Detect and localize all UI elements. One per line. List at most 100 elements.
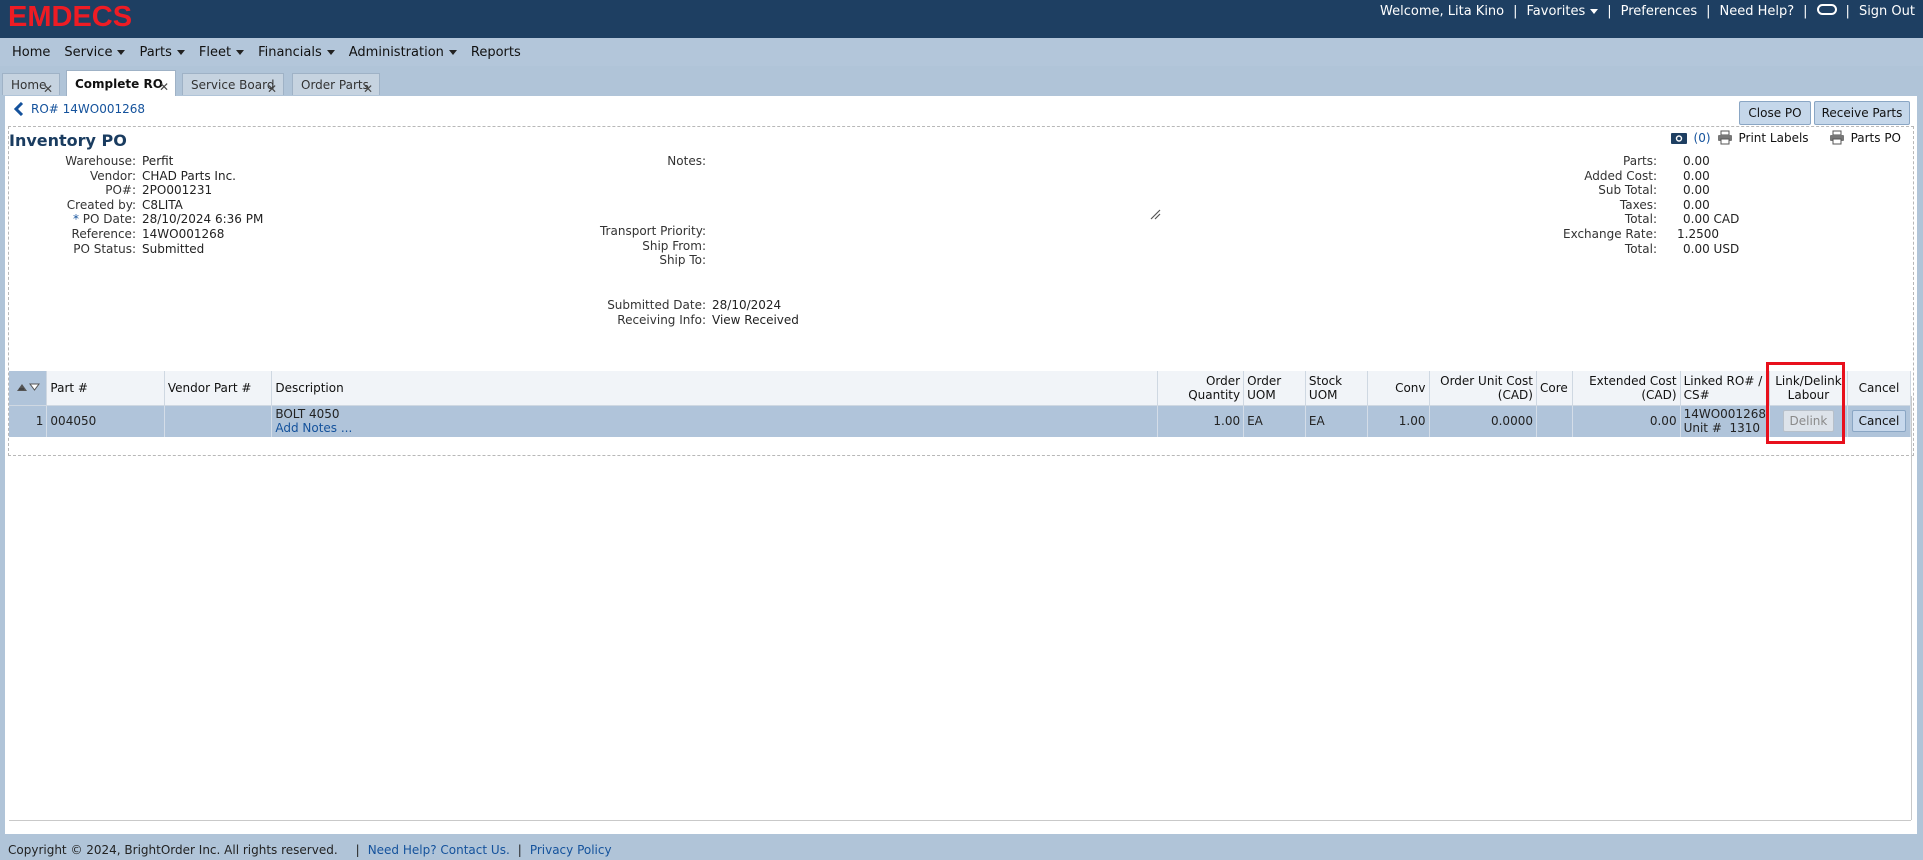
sort-toggle-header[interactable] xyxy=(9,371,48,406)
attachments-count[interactable]: (0) xyxy=(1694,131,1711,145)
preferences-link[interactable]: Preferences xyxy=(1621,4,1697,19)
col-label: UOM xyxy=(1247,387,1276,402)
grid-border xyxy=(1911,396,1912,820)
view-received-link[interactable]: View Received xyxy=(712,313,799,328)
sort-icon[interactable] xyxy=(16,382,40,392)
add-notes-link[interactable]: Add Notes ... xyxy=(275,421,352,435)
tab-service-board-label: Service Board xyxy=(191,78,275,92)
printer-icon[interactable] xyxy=(1717,130,1733,145)
total-cad-value: 0.00 CAD xyxy=(1663,212,1763,227)
chat-icon[interactable] xyxy=(1816,3,1837,15)
separator: | xyxy=(517,843,522,857)
delink-button[interactable]: Delink xyxy=(1782,410,1835,433)
contact-us-link[interactable]: Need Help? Contact Us. xyxy=(368,843,510,857)
description-text: BOLT 4050 xyxy=(275,407,340,422)
breadcrumb[interactable]: RO# 14WO001268 xyxy=(13,102,145,116)
col-label: UOM xyxy=(1308,387,1338,402)
col-stock-uom[interactable]: Stock UOM xyxy=(1305,371,1368,406)
col-link-delink[interactable]: Link/Delink Labour xyxy=(1769,371,1848,406)
camera-icon[interactable] xyxy=(1670,131,1688,145)
need-help-link[interactable]: Need Help? xyxy=(1720,4,1795,19)
menu-reports[interactable]: Reports xyxy=(471,45,521,60)
ro-link[interactable]: RO# 14WO001268 xyxy=(31,102,145,116)
tab-order-parts-label: Order Parts xyxy=(301,78,369,92)
print-labels-link[interactable]: Print Labels xyxy=(1739,131,1809,145)
sign-out-link[interactable]: Sign Out xyxy=(1859,4,1915,19)
tab-complete-ro[interactable]: Complete RO ✕ xyxy=(66,70,176,96)
menu-financials[interactable]: Financials xyxy=(258,45,335,60)
tab-order-parts[interactable]: Order Parts ✕ xyxy=(292,73,380,96)
menu-home[interactable]: Home xyxy=(12,45,50,60)
col-label: (CAD) xyxy=(1497,387,1533,402)
currency-cad: CAD xyxy=(1713,212,1740,227)
col-extended-cost[interactable]: Extended Cost (CAD) xyxy=(1572,371,1681,406)
parts-total-value: 0.00 xyxy=(1683,154,1710,168)
col-core[interactable]: Core xyxy=(1536,371,1573,406)
separator: | xyxy=(1607,3,1612,19)
link-delink-cell: Delink xyxy=(1769,405,1848,437)
app-logo[interactable]: EMDECS xyxy=(8,1,132,33)
tab-service-board[interactable]: Service Board ✕ xyxy=(182,73,284,96)
close-icon[interactable]: ✕ xyxy=(159,80,169,94)
linked-ro-cell: 14WO001268 Unit # 1310 xyxy=(1680,405,1770,437)
sub-total-value: 0.00 xyxy=(1683,183,1710,198)
menu-parts-label: Parts xyxy=(139,44,172,60)
col-cancel[interactable]: Cancel xyxy=(1847,371,1912,406)
close-po-button[interactable]: Close PO xyxy=(1739,101,1811,125)
col-label: Quantity xyxy=(1188,387,1241,402)
top-bar: EMDECS Welcome, Lita Kino | Favorites | … xyxy=(0,0,1923,38)
back-arrow-icon[interactable] xyxy=(13,102,25,116)
col-label: Linked RO# / xyxy=(1683,373,1763,388)
receiving-info-label: Receiving Info: xyxy=(617,312,706,327)
col-vendor-part[interactable]: Vendor Part # xyxy=(164,371,273,406)
po-tools: (0) Print Labels Parts PO xyxy=(1670,130,1901,145)
favorites-menu[interactable]: Favorites xyxy=(1527,4,1599,19)
col-unit-cost[interactable]: Order Unit Cost (CAD) xyxy=(1429,371,1537,406)
col-label: Extended Cost xyxy=(1589,373,1677,388)
col-linked-ro[interactable]: Linked RO# / CS# xyxy=(1680,371,1770,406)
main-panel: RO# 14WO001268 Close PO Receive Parts In… xyxy=(5,96,1917,834)
col-part[interactable]: Part # xyxy=(46,371,165,406)
separator: | xyxy=(1803,3,1808,19)
table-row[interactable]: 1 004050 BOLT 4050 Add Notes ... 1.00 EA… xyxy=(9,405,1912,437)
added-cost-link[interactable]: 0.00 xyxy=(1663,169,1763,184)
order-quantity: 1.00 xyxy=(1157,405,1245,437)
printer-icon[interactable] xyxy=(1829,130,1845,145)
conv-value: 1.00 xyxy=(1367,405,1430,437)
close-icon[interactable]: ✕ xyxy=(267,82,277,96)
tab-strip: Home ✕ Complete RO ✕ Service Board ✕ Ord… xyxy=(0,70,1923,96)
close-icon[interactable]: ✕ xyxy=(43,82,53,96)
privacy-policy-link[interactable]: Privacy Policy xyxy=(530,843,612,857)
total-label: Exchange Rate: xyxy=(1562,226,1657,241)
menu-fleet-label: Fleet xyxy=(198,44,232,60)
col-order-uom[interactable]: Order UOM xyxy=(1243,371,1306,406)
chevron-down-icon xyxy=(1590,8,1599,14)
total-usd-amount: 0.00 xyxy=(1683,241,1710,256)
tab-home[interactable]: Home ✕ xyxy=(2,73,60,96)
close-icon[interactable]: ✕ xyxy=(363,82,373,96)
cancel-line-button[interactable]: Cancel xyxy=(1851,410,1907,433)
menu-parts[interactable]: Parts xyxy=(139,44,185,60)
grid-border xyxy=(9,820,1911,821)
col-description[interactable]: Description xyxy=(271,371,1159,406)
tab-home-label: Home xyxy=(11,78,47,92)
chevron-down-icon xyxy=(236,49,245,55)
unit-label: Unit # xyxy=(1683,421,1722,436)
parts-po-link[interactable]: Parts PO xyxy=(1851,131,1901,145)
menu-fleet[interactable]: Fleet xyxy=(198,44,245,60)
menu-administration[interactable]: Administration xyxy=(349,45,457,60)
col-label: Labour xyxy=(1787,387,1830,402)
menu-service[interactable]: Service xyxy=(64,44,126,60)
unit-info: Unit # 1310 xyxy=(1684,421,1766,435)
col-order-quantity[interactable]: Order Quantity xyxy=(1157,371,1245,406)
part-number: 004050 xyxy=(46,405,165,437)
col-label: Order Unit Cost xyxy=(1440,373,1533,388)
taxes-link[interactable]: 0.00 xyxy=(1663,198,1763,213)
page-title: Inventory PO xyxy=(9,131,127,150)
favorites-label: Favorites xyxy=(1526,3,1586,19)
col-label: Order xyxy=(1205,373,1241,388)
receive-parts-button[interactable]: Receive Parts xyxy=(1814,101,1910,125)
col-conv[interactable]: Conv xyxy=(1367,371,1430,406)
menu-service-label: Service xyxy=(64,44,113,60)
unit-number: 1310 xyxy=(1729,421,1761,436)
